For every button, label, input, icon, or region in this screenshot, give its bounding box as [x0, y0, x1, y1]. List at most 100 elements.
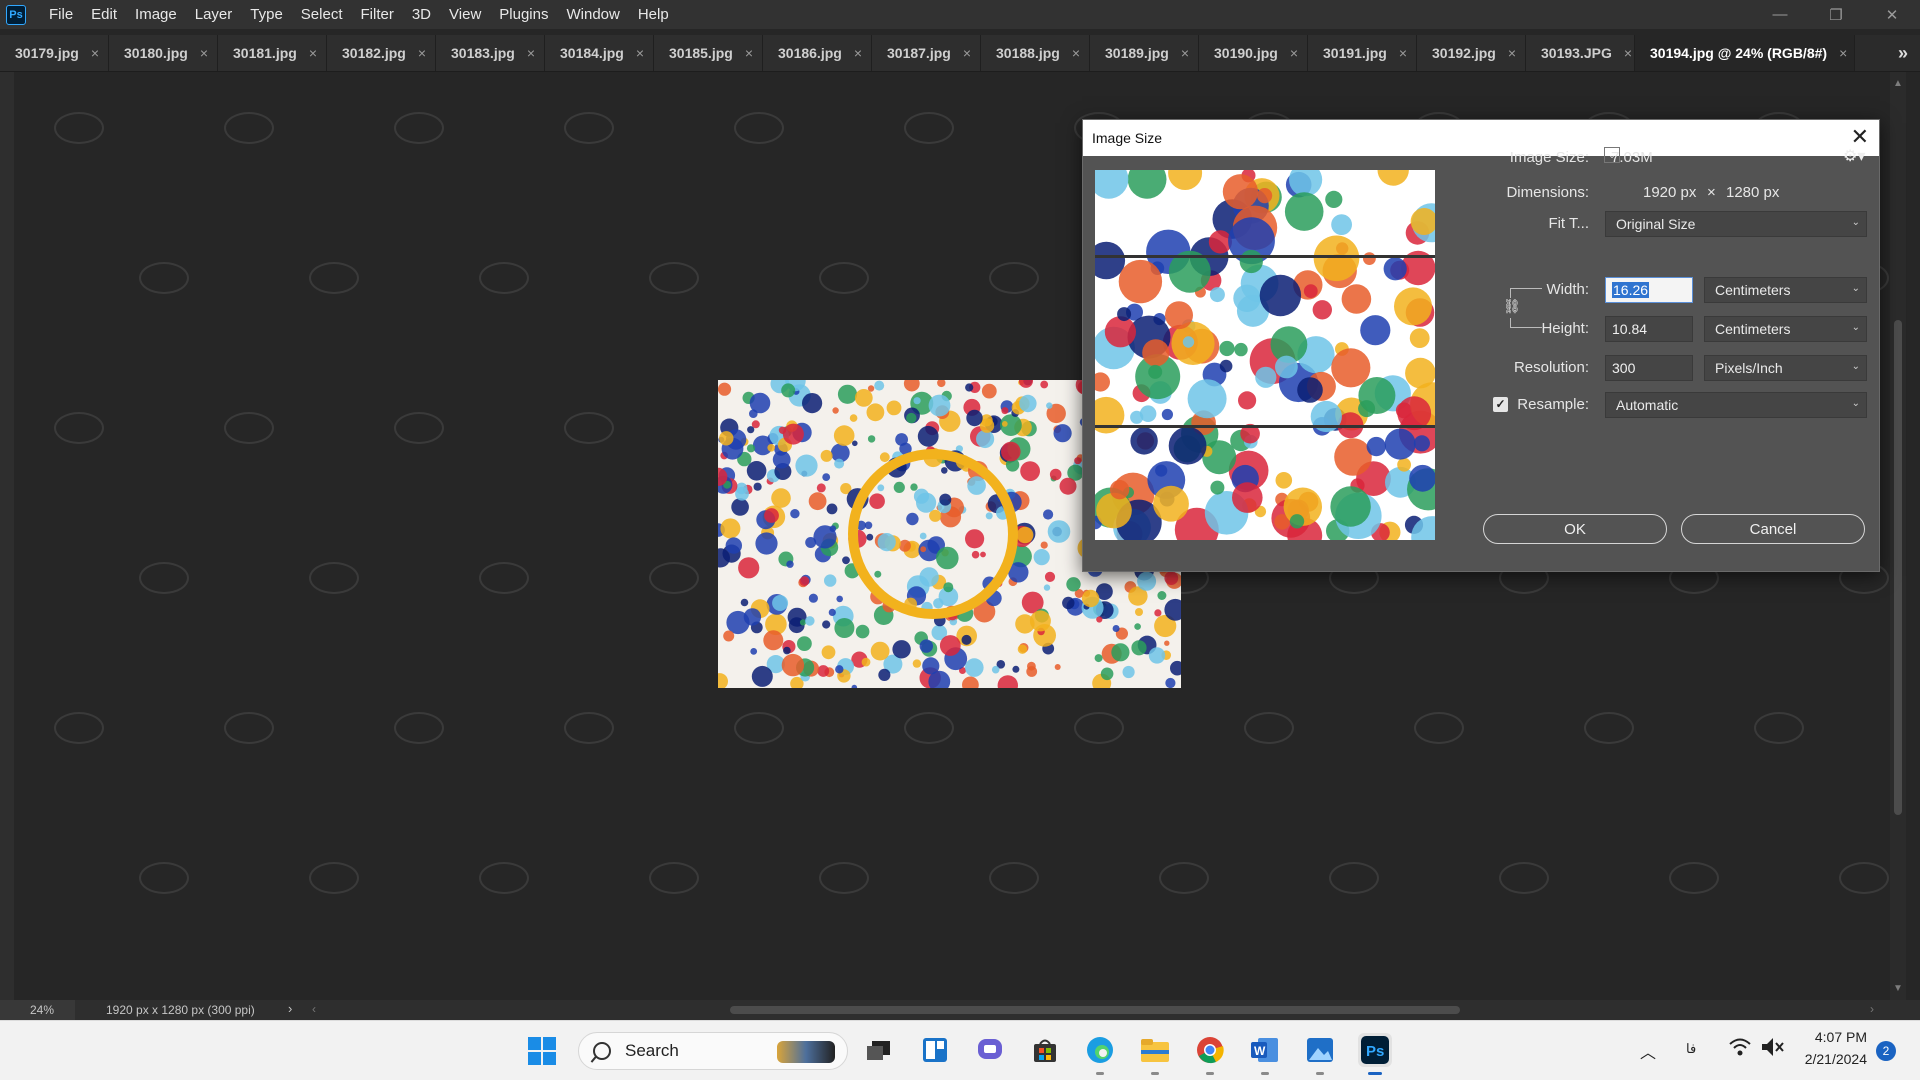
- height-unit-select[interactable]: Centimeters ⌄: [1704, 316, 1867, 342]
- document-tab[interactable]: 30191.jpg ×: [1308, 35, 1417, 71]
- resolution-unit-select[interactable]: Pixels/Inch ⌄: [1704, 355, 1867, 381]
- menu-type[interactable]: Type: [241, 0, 292, 29]
- minimize-button[interactable]: —: [1752, 0, 1808, 29]
- document-tab[interactable]: 30188.jpg ×: [981, 35, 1090, 71]
- tab-close-icon[interactable]: ×: [1181, 45, 1189, 61]
- teams-chat-icon[interactable]: [973, 1033, 1007, 1067]
- menu-plugins[interactable]: Plugins: [490, 0, 557, 29]
- windows-start-icon[interactable]: [528, 1037, 556, 1065]
- volume-muted-icon[interactable]: [1760, 1035, 1786, 1064]
- vertical-scrollbar[interactable]: ▲ ▼: [1890, 72, 1906, 1000]
- dialog-close-icon[interactable]: ✕: [1851, 126, 1869, 148]
- chevron-down-icon: ⌄: [1851, 283, 1860, 294]
- tab-close-icon[interactable]: ×: [1290, 45, 1298, 61]
- notification-badge[interactable]: 2: [1876, 1041, 1896, 1061]
- chevron-up-icon[interactable]: ︿: [1640, 1039, 1656, 1063]
- resample-select[interactable]: Automatic ⌄: [1605, 392, 1867, 418]
- tab-close-icon[interactable]: ×: [91, 45, 99, 61]
- task-view-icon[interactable]: [862, 1033, 896, 1067]
- zoom-field[interactable]: 24%: [0, 1000, 75, 1020]
- menu-filter[interactable]: Filter: [352, 0, 403, 29]
- widgets-icon[interactable]: [918, 1033, 952, 1067]
- document-tab[interactable]: 30184.jpg ×: [545, 35, 654, 71]
- watermark-mark: [1159, 862, 1209, 894]
- menu-image[interactable]: Image: [126, 0, 186, 29]
- document-tab[interactable]: 30186.jpg ×: [763, 35, 872, 71]
- horizontal-scroll-thumb[interactable]: [730, 1006, 1460, 1014]
- tab-close-icon[interactable]: ×: [200, 45, 208, 61]
- watermark-mark: [904, 712, 954, 744]
- menu-layer[interactable]: Layer: [186, 0, 242, 29]
- tab-close-icon[interactable]: ×: [1072, 45, 1080, 61]
- menu-view[interactable]: View: [440, 0, 490, 29]
- language-indicator[interactable]: فا: [1686, 1041, 1696, 1057]
- document-tab[interactable]: 30187.jpg ×: [872, 35, 981, 71]
- menu-help[interactable]: Help: [629, 0, 678, 29]
- photoshop-logo[interactable]: Ps: [6, 4, 26, 25]
- menu-select[interactable]: Select: [292, 0, 352, 29]
- document-tab[interactable]: 30189.jpg ×: [1090, 35, 1199, 71]
- document-tab[interactable]: 30194.jpg @ 24% (RGB/8#) ×: [1635, 35, 1855, 71]
- restore-button[interactable]: ❐: [1808, 0, 1864, 29]
- document-tab[interactable]: 30182.jpg ×: [327, 35, 436, 71]
- tab-label: 30193.JPG: [1541, 45, 1612, 61]
- tab-close-icon[interactable]: ×: [1839, 45, 1847, 61]
- tab-close-icon[interactable]: ×: [418, 45, 426, 61]
- cancel-button[interactable]: Cancel: [1681, 514, 1865, 544]
- tab-close-icon[interactable]: ×: [309, 45, 317, 61]
- document-tab[interactable]: 30183.jpg ×: [436, 35, 545, 71]
- scroll-left-icon[interactable]: ‹: [312, 1002, 316, 1016]
- document-tab[interactable]: 30180.jpg ×: [109, 35, 218, 71]
- status-menu-arrow[interactable]: ›: [288, 1001, 292, 1016]
- tab-close-icon[interactable]: ×: [1508, 45, 1516, 61]
- store-icon[interactable]: [1028, 1033, 1062, 1067]
- taskbar-search[interactable]: Search: [578, 1032, 848, 1070]
- tab-close-icon[interactable]: ×: [854, 45, 862, 61]
- tab-close-icon[interactable]: ×: [963, 45, 971, 61]
- document-tab[interactable]: 30181.jpg ×: [218, 35, 327, 71]
- tab-overflow-button[interactable]: »: [1886, 35, 1920, 71]
- ok-button[interactable]: OK: [1483, 514, 1667, 544]
- vertical-scroll-thumb[interactable]: [1894, 320, 1902, 815]
- wifi-icon[interactable]: [1728, 1035, 1752, 1064]
- edge-icon[interactable]: [1083, 1033, 1117, 1075]
- resample-checkbox[interactable]: ✓: [1493, 397, 1508, 412]
- close-window-button[interactable]: ✕: [1864, 0, 1920, 29]
- menu-file[interactable]: File: [40, 0, 82, 29]
- gear-icon[interactable]: ⚙▾: [1843, 146, 1865, 166]
- tab-label: 30180.jpg: [124, 45, 188, 61]
- menu-3d[interactable]: 3D: [403, 0, 440, 29]
- document-tab[interactable]: 30190.jpg ×: [1199, 35, 1308, 71]
- dimensions-units-chevron-icon[interactable]: ⌄: [1604, 147, 1620, 163]
- height-input[interactable]: 10.84: [1605, 316, 1693, 342]
- tab-close-icon[interactable]: ×: [636, 45, 644, 61]
- width-input[interactable]: 16.26: [1605, 277, 1693, 303]
- photos-icon[interactable]: [1303, 1033, 1337, 1075]
- chrome-icon[interactable]: [1193, 1033, 1227, 1075]
- document-tab[interactable]: 30192.jpg ×: [1417, 35, 1526, 71]
- document-tab[interactable]: 30179.jpg ×: [0, 35, 109, 71]
- watermark-mark: [479, 262, 529, 294]
- tab-close-icon[interactable]: ×: [745, 45, 753, 61]
- width-unit-select[interactable]: Centimeters ⌄: [1704, 277, 1867, 303]
- image-preview[interactable]: [1095, 170, 1435, 540]
- resolution-input[interactable]: 300: [1605, 355, 1693, 381]
- tab-close-icon[interactable]: ×: [1399, 45, 1407, 61]
- preview-artwork: [1095, 170, 1435, 540]
- document-tab[interactable]: 30193.JPG ×: [1526, 35, 1635, 71]
- menu-window[interactable]: Window: [557, 0, 628, 29]
- photoshop-taskbar-icon[interactable]: Ps: [1358, 1033, 1392, 1075]
- tab-close-icon[interactable]: ×: [527, 45, 535, 61]
- file-explorer-icon[interactable]: [1138, 1033, 1172, 1075]
- tab-close-icon[interactable]: ×: [1624, 45, 1632, 61]
- document-tab[interactable]: 30185.jpg ×: [654, 35, 763, 71]
- word-icon[interactable]: W: [1248, 1033, 1282, 1075]
- clock-date[interactable]: 2/21/2024: [1785, 1051, 1867, 1067]
- clock-time[interactable]: 4:07 PM: [1797, 1029, 1867, 1045]
- scroll-right-icon[interactable]: ›: [1870, 1002, 1874, 1016]
- scroll-down-icon[interactable]: ▼: [1893, 983, 1903, 994]
- constrain-link-icon[interactable]: ⛓: [1503, 298, 1521, 318]
- scroll-up-icon[interactable]: ▲: [1893, 78, 1903, 89]
- fit-to-select[interactable]: Original Size ⌄: [1605, 211, 1867, 237]
- menu-edit[interactable]: Edit: [82, 0, 126, 29]
